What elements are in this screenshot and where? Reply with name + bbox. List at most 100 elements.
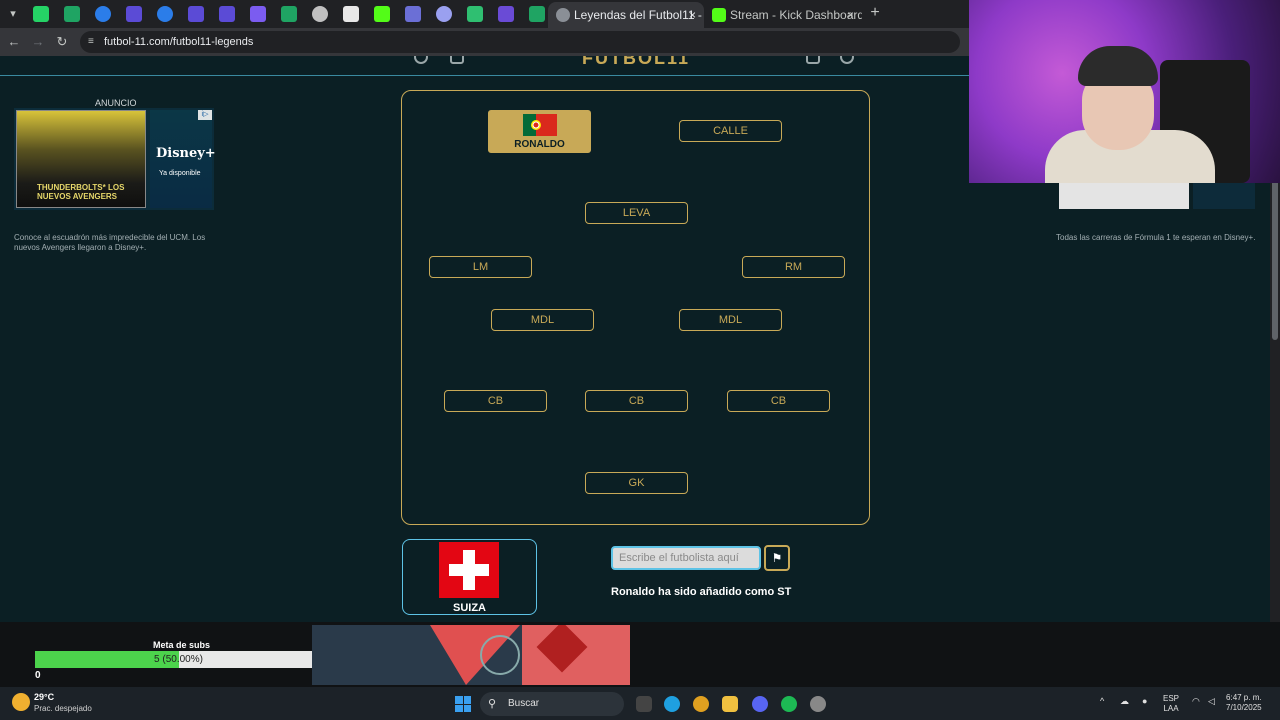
taskbar-search-label: Buscar [508, 698, 540, 709]
cloud-icon[interactable]: ☁ [1120, 696, 1129, 707]
globe-icon [556, 8, 570, 22]
right-ad-strip[interactable] [1193, 183, 1255, 209]
clock-date: 7/10/2025 [1226, 703, 1262, 712]
search-icon: ⚲ [488, 698, 497, 710]
app-icon[interactable] [405, 6, 421, 22]
tab-label: Leyendas del Futbol11 - Juega [574, 8, 704, 22]
portugal-flag-icon [523, 114, 557, 136]
ad-caption-right: Todas las carreras de Fórmula 1 te esper… [1056, 233, 1256, 242]
address-bar[interactable]: ≡ futbol-11.com/futbol11-legends [80, 31, 960, 53]
video-icon[interactable] [126, 6, 142, 22]
menu-icon[interactable] [450, 56, 464, 64]
slot-st-filled[interactable]: RONALDO [488, 110, 591, 153]
weather-temperature[interactable]: 29°C [34, 692, 54, 702]
start-icon[interactable] [455, 696, 471, 712]
sheets-icon[interactable] [529, 6, 545, 22]
status-message: Ronaldo ha sido añadido como ST [611, 586, 792, 598]
overlay-artwork [312, 625, 630, 685]
video-icon[interactable] [219, 6, 235, 22]
weather-description[interactable]: Prac. despejado [34, 704, 92, 713]
file-explorer-icon[interactable] [722, 696, 738, 712]
ad-caption-left: Conoce al escuadrón más impredecible del… [14, 233, 206, 252]
tray-expand-icon[interactable]: ^ [1100, 696, 1104, 706]
p-icon[interactable] [343, 6, 359, 22]
slot-cb-right[interactable]: CB [727, 390, 830, 412]
tab-kick-dashboard[interactable]: Stream - Kick Dashboard × [704, 2, 862, 28]
ad-info-icon[interactable]: i▷ [198, 110, 212, 120]
edge-icon[interactable] [157, 6, 173, 22]
volume-icon[interactable]: ◁ [1208, 696, 1215, 707]
disney-plus-logo: Disney+ [156, 146, 216, 161]
slot-mdl-left[interactable]: MDL [491, 309, 594, 331]
right-ad-image[interactable] [1059, 183, 1189, 209]
slot-calle[interactable]: CALLE [679, 120, 782, 142]
video-icon[interactable] [188, 6, 204, 22]
clock-time: 6:47 p. m. [1226, 693, 1262, 702]
edge-icon[interactable] [664, 696, 680, 712]
ad-available-text: Ya disponible [159, 170, 201, 177]
site-header: FUTBOL11 [0, 56, 970, 76]
give-up-flag-button[interactable]: ⚑ [764, 545, 790, 571]
slot-leva[interactable]: LEVA [585, 202, 688, 224]
site-info-icon[interactable]: ≡ [88, 31, 94, 53]
url-text: futbol-11.com/futbol11-legends [104, 36, 254, 48]
subs-progress-value: 5 (50.00%) [154, 654, 203, 665]
app-icon[interactable] [467, 6, 483, 22]
language-indicator[interactable]: ESP LAA [1163, 694, 1179, 714]
back-icon[interactable]: ← [6, 34, 22, 50]
lineup-pitch: RONALDO CALLE LEVA LM RM MDL MDL CB CB C… [401, 90, 870, 525]
tab-label: Stream - Kick Dashboard [730, 8, 862, 22]
slot-cb-center[interactable]: CB [585, 390, 688, 412]
subs-min-label: 0 [35, 670, 41, 681]
ad-brand-panel[interactable]: Disney+ Ya disponible [150, 110, 216, 208]
poster-title: THUNDERBOLTS* LOS NUEVOS AVENGERS [37, 183, 125, 201]
country-card: SUIZA [402, 539, 537, 615]
close-tab-icon[interactable]: × [689, 2, 696, 28]
app-icon[interactable] [498, 6, 514, 22]
system-clock[interactable]: 6:47 p. m. 7/10/2025 [1226, 693, 1262, 713]
windows-taskbar: 29°C Prac. despejado ⚲ Buscar ^ ☁ ● ESP … [0, 687, 1280, 720]
player-search-input[interactable] [611, 546, 761, 570]
user-icon[interactable] [414, 56, 428, 64]
tab-search-icon[interactable]: ▾ [4, 5, 22, 23]
slot-cb-left[interactable]: CB [444, 390, 547, 412]
obs-icon[interactable] [810, 696, 826, 712]
sheets-icon[interactable] [64, 6, 80, 22]
kick-icon[interactable] [374, 6, 390, 22]
new-tab-button[interactable]: + [866, 4, 884, 22]
forward-icon[interactable]: → [30, 34, 46, 50]
language-code: ESP [1163, 694, 1180, 703]
chatgpt-icon[interactable] [312, 6, 328, 22]
taskbar-search[interactable]: ⚲ Buscar [480, 692, 624, 716]
country-name: SUIZA [453, 602, 486, 614]
slot-mdl-right[interactable]: MDL [679, 309, 782, 331]
slot-rm[interactable]: RM [742, 256, 845, 278]
reload-icon[interactable]: ↻ [54, 34, 70, 50]
ad-poster-image[interactable]: THUNDERBOLTS* LOS NUEVOS AVENGERS [16, 110, 146, 208]
tab-futbol11[interactable]: Leyendas del Futbol11 - Juega × [548, 2, 704, 28]
spotify-icon[interactable] [781, 696, 797, 712]
close-tab-icon[interactable]: × [847, 2, 854, 28]
subs-progress-bar: 5 (50.00%) [35, 651, 322, 668]
site-logo[interactable]: FUTBOL11 [582, 56, 690, 69]
settings-icon[interactable] [840, 56, 854, 64]
twitch-icon[interactable] [250, 6, 266, 22]
sheets-icon[interactable] [281, 6, 297, 22]
ad-banner[interactable]: THUNDERBOLTS* LOS NUEVOS AVENGERS Disney… [14, 108, 216, 210]
chrome-icon[interactable] [693, 696, 709, 712]
edge-icon[interactable] [95, 6, 111, 22]
kick-icon [712, 8, 726, 22]
microphone-icon[interactable]: ● [1142, 696, 1147, 706]
slot-gk[interactable]: GK [585, 472, 688, 494]
sync-icon[interactable] [436, 6, 452, 22]
slot-lm[interactable]: LM [429, 256, 532, 278]
task-view-icon[interactable] [636, 696, 652, 712]
wifi-icon[interactable]: ◠ [1192, 696, 1200, 707]
whatsapp-icon[interactable] [33, 6, 49, 22]
discord-icon[interactable] [752, 696, 768, 712]
weather-icon[interactable] [12, 693, 30, 711]
instagram-icon[interactable] [806, 56, 820, 64]
ad-label: ANUNCIO [95, 98, 137, 108]
keyboard-layout: LAA [1163, 704, 1179, 713]
switzerland-flag-icon [439, 542, 499, 598]
